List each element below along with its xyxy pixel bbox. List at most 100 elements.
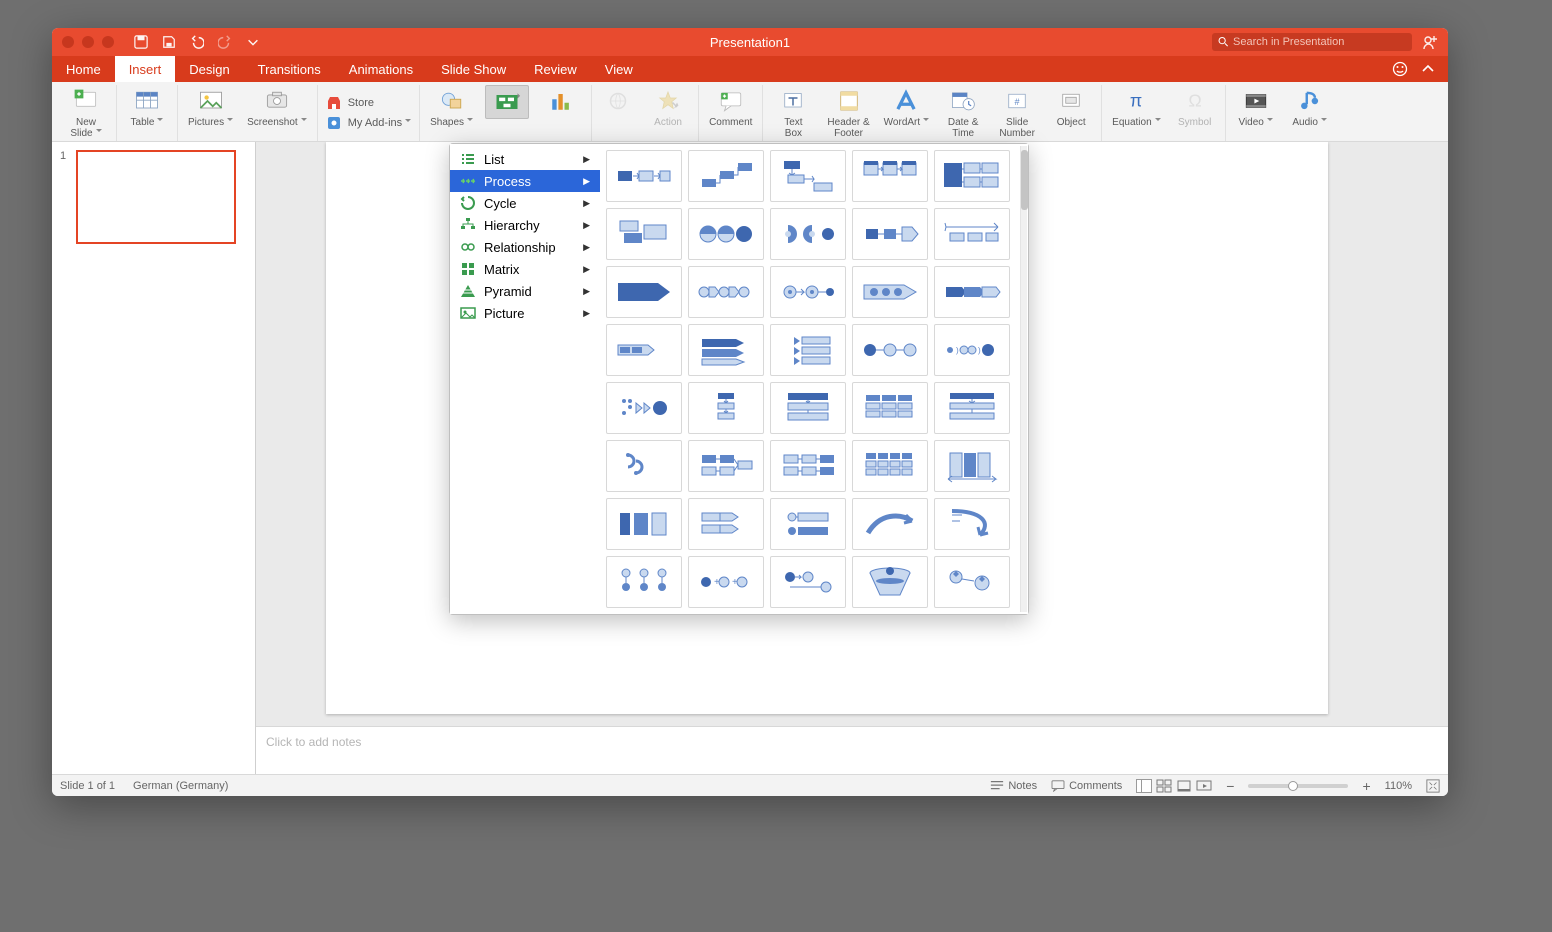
smartart-item[interactable]	[852, 498, 928, 550]
smartart-item[interactable]	[688, 498, 764, 550]
undo-icon[interactable]	[190, 35, 204, 49]
smartart-item[interactable]	[852, 208, 928, 260]
comment-button[interactable]: Comment	[707, 85, 754, 130]
autosave-icon[interactable]	[134, 35, 148, 49]
notes-toggle[interactable]: Notes	[990, 780, 1037, 792]
smartart-item[interactable]	[606, 150, 682, 202]
chart-button[interactable]: Chart	[539, 85, 583, 130]
smartart-cat-relationship[interactable]: Relationship▶	[450, 236, 600, 258]
tab-view[interactable]: View	[591, 56, 647, 82]
smartart-item[interactable]	[688, 208, 764, 260]
thumbnail-preview[interactable]	[76, 150, 236, 244]
shapes-button[interactable]: Shapes	[428, 85, 475, 130]
smartart-item[interactable]	[606, 556, 682, 608]
smartart-cat-process[interactable]: Process▶	[450, 170, 600, 192]
tab-slide-show[interactable]: Slide Show	[427, 56, 520, 82]
smartart-item[interactable]	[770, 266, 846, 318]
smartart-item[interactable]	[934, 208, 1010, 260]
window-controls[interactable]	[52, 36, 124, 48]
smartart-item[interactable]	[852, 150, 928, 202]
tab-animations[interactable]: Animations	[335, 56, 427, 82]
smartart-item[interactable]	[606, 440, 682, 492]
pictures-button[interactable]: Pictures	[186, 85, 235, 130]
zoom-slider[interactable]	[1248, 784, 1348, 788]
smartart-item[interactable]	[688, 382, 764, 434]
smartart-item[interactable]	[852, 440, 928, 492]
smartart-item[interactable]	[688, 324, 764, 376]
new-slide-button[interactable]: New Slide	[64, 85, 108, 141]
slideshow-view-icon[interactable]	[1196, 779, 1212, 793]
view-buttons[interactable]	[1136, 779, 1212, 793]
smartart-item[interactable]	[606, 324, 682, 376]
smartart-item[interactable]	[770, 382, 846, 434]
audio-button[interactable]: Audio	[1288, 85, 1332, 130]
smartart-item[interactable]	[934, 150, 1010, 202]
store-button[interactable]: Store	[326, 95, 411, 111]
smartart-item[interactable]	[606, 498, 682, 550]
smartart-button[interactable]	[485, 85, 529, 119]
table-button[interactable]: Table	[125, 85, 169, 130]
save-icon[interactable]	[162, 35, 176, 49]
smartart-item[interactable]	[606, 266, 682, 318]
smartart-item[interactable]	[852, 324, 928, 376]
smartart-item[interactable]	[852, 266, 928, 318]
close-window-icon[interactable]	[62, 36, 74, 48]
smartart-item[interactable]	[852, 556, 928, 608]
zoom-out-button[interactable]: −	[1226, 778, 1234, 794]
smartart-item[interactable]	[688, 440, 764, 492]
smartart-cat-hierarchy[interactable]: Hierarchy▶	[450, 214, 600, 236]
smartart-item[interactable]	[606, 208, 682, 260]
smartart-item[interactable]: ))	[934, 324, 1010, 376]
comments-toggle[interactable]: Comments	[1051, 780, 1122, 792]
object-button[interactable]: Object	[1049, 85, 1093, 130]
normal-view-icon[interactable]	[1136, 779, 1152, 793]
my-addins-button[interactable]: My Add-ins	[326, 115, 411, 131]
notes-pane[interactable]: Click to add notes	[256, 726, 1448, 774]
video-button[interactable]: Video	[1234, 85, 1278, 130]
share-icon[interactable]	[1422, 34, 1438, 50]
smartart-item[interactable]	[934, 498, 1010, 550]
status-language[interactable]: German (Germany)	[133, 780, 228, 792]
smartart-cat-cycle[interactable]: Cycle▶	[450, 192, 600, 214]
tab-insert[interactable]: Insert	[115, 56, 176, 82]
smartart-item[interactable]	[606, 382, 682, 434]
smartart-item[interactable]	[770, 208, 846, 260]
redo-icon[interactable]	[218, 35, 232, 49]
smartart-item[interactable]	[688, 266, 764, 318]
smartart-item[interactable]: ++	[688, 556, 764, 608]
customize-qat-icon[interactable]	[246, 35, 260, 49]
collapse-ribbon-icon[interactable]	[1420, 61, 1436, 77]
slide-thumbnails-pane[interactable]: 1	[52, 142, 256, 774]
smartart-item[interactable]	[770, 556, 846, 608]
smartart-cat-list[interactable]: List▶	[450, 148, 600, 170]
search-input[interactable]	[1233, 36, 1406, 48]
smartart-item[interactable]	[688, 150, 764, 202]
text-box-button[interactable]: Text Box	[771, 85, 815, 141]
smartart-item[interactable]	[770, 498, 846, 550]
smartart-item[interactable]	[770, 440, 846, 492]
header-footer-button[interactable]: Header & Footer	[825, 85, 871, 141]
fit-to-window-icon[interactable]	[1426, 779, 1440, 793]
minimize-window-icon[interactable]	[82, 36, 94, 48]
gallery-scrollbar[interactable]	[1020, 146, 1027, 612]
tab-home[interactable]: Home	[52, 56, 115, 82]
maximize-window-icon[interactable]	[102, 36, 114, 48]
tab-review[interactable]: Review	[520, 56, 591, 82]
tab-design[interactable]: Design	[175, 56, 243, 82]
smartart-cat-matrix[interactable]: Matrix▶	[450, 258, 600, 280]
smartart-item[interactable]	[852, 382, 928, 434]
smartart-item[interactable]	[934, 382, 1010, 434]
sorter-view-icon[interactable]	[1156, 779, 1172, 793]
smartart-item[interactable]	[770, 150, 846, 202]
wordart-button[interactable]: WordArt	[882, 85, 932, 130]
smartart-item[interactable]	[770, 324, 846, 376]
smartart-item[interactable]	[934, 556, 1010, 608]
zoom-level[interactable]: 110%	[1385, 780, 1412, 792]
date-time-button[interactable]: Date & Time	[941, 85, 985, 141]
feedback-icon[interactable]	[1392, 61, 1408, 77]
tab-transitions[interactable]: Transitions	[244, 56, 335, 82]
smartart-cat-pyramid[interactable]: Pyramid▶	[450, 280, 600, 302]
smartart-item[interactable]	[934, 440, 1010, 492]
zoom-in-button[interactable]: +	[1362, 778, 1370, 794]
search-box[interactable]	[1212, 33, 1412, 51]
